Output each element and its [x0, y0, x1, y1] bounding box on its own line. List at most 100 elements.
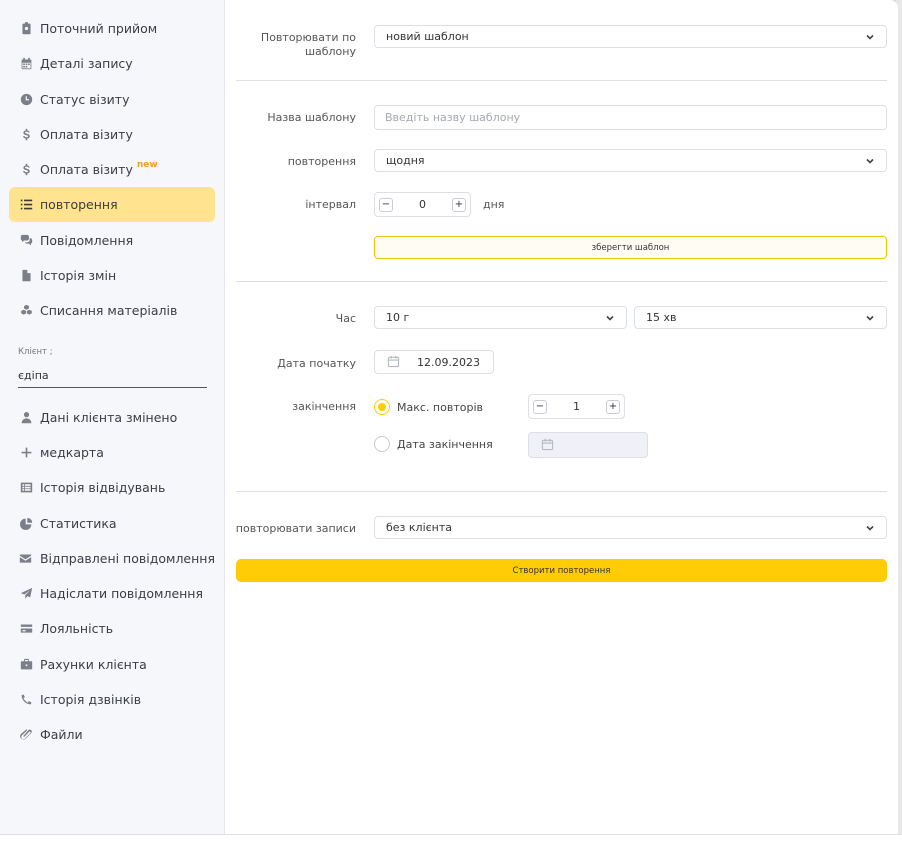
new-badge: new [136, 159, 158, 170]
repeat-records-label: повторювати записи [235, 522, 356, 535]
dollar-icon [19, 163, 33, 177]
sidebar-item-label: медкарта [40, 445, 104, 460]
sidebar-item-change-history[interactable]: Історія змін [9, 258, 215, 293]
radio-unchecked[interactable] [374, 436, 390, 452]
increment-button[interactable]: + [606, 399, 620, 414]
modal-footer [0, 834, 902, 853]
sidebar-item-visit-payment[interactable]: Оплата візиту [9, 117, 215, 152]
sidebar-item-label: Дані клієнта змінено [40, 410, 178, 425]
minutes-select[interactable]: 15 хв [634, 306, 887, 329]
sidebar-item-label: Статус візиту [40, 92, 130, 107]
template-name-label: Назва шаблону [267, 111, 356, 124]
max-repeats-radio[interactable]: Макс. повторів [374, 399, 483, 415]
template-name-input[interactable] [374, 105, 887, 130]
divider [236, 80, 887, 81]
plus-icon [19, 446, 33, 460]
repeat-records-select[interactable]: без клієнта [374, 516, 887, 539]
interval-label: інтервал [305, 198, 356, 211]
sidebar-item-visit-history[interactable]: Історія відвідувань [9, 470, 215, 505]
create-repeats-button[interactable]: Створити повторення [236, 559, 887, 582]
list-icon [19, 198, 33, 212]
sidebar-item-label: Статистика [40, 516, 117, 531]
sidebar-item-call-history[interactable]: Історія дзвінків [9, 682, 215, 717]
chevron-down-icon [865, 308, 875, 327]
sidebar-item-statistics[interactable]: Статистика [9, 506, 215, 541]
sidebar-item-label: Повідомлення [40, 233, 134, 248]
sidebar-item-label: Відправлені повідомлення [39, 551, 215, 566]
minutes-select-value: 15 хв [646, 311, 677, 324]
sidebar-item-label: Надіслати повідомлення [40, 586, 204, 601]
interval-stepper: − 0 + [374, 192, 471, 217]
pie-chart-icon [19, 517, 33, 531]
sidebar-item-label: Лояльність [40, 621, 114, 636]
calendar-icon [541, 436, 554, 455]
sidebar-item-label: повторення [40, 197, 118, 212]
end-date-picker[interactable] [528, 432, 648, 458]
calendar-icon [387, 353, 400, 372]
clipboard-icon [19, 22, 33, 36]
sidebar-item-label: Файли [40, 727, 83, 742]
end-date-label: Дата закінчення [397, 437, 493, 451]
start-date-label: Дата початку [277, 357, 356, 370]
sidebar-item-label: Історія змін [40, 268, 117, 283]
template-select[interactable]: новий шаблон [374, 25, 887, 48]
template-select-value: новий шаблон [386, 30, 469, 43]
chevron-down-icon [605, 308, 615, 327]
start-date-value: 12.09.2023 [417, 355, 480, 369]
sidebar-item-materials[interactable]: Списання матеріалів [9, 293, 215, 328]
sidebar-item-client-invoices[interactable]: Рахунки клієнта [9, 647, 215, 682]
end-label: закінчення [292, 400, 356, 413]
sidebar-item-record-details[interactable]: Деталі запису [9, 46, 215, 81]
interval-unit: дня [483, 198, 505, 211]
max-repeats-stepper: − 1 + [528, 394, 625, 419]
calendar-icon [19, 57, 33, 71]
max-repeats-label: Макс. повторів [397, 400, 483, 414]
sidebar-item-label: Історія дзвінків [40, 692, 142, 707]
sidebar-item-visit-status[interactable]: Статус візиту [9, 82, 215, 117]
dollar-icon [19, 128, 33, 142]
sidebar-item-client-data-changed[interactable]: Дані клієнта змінено [9, 400, 215, 435]
sidebar-item-visit-payment-new[interactable]: Оплата візиту new [9, 152, 215, 187]
document-icon [19, 269, 33, 283]
sidebar-item-current-appointment[interactable]: Поточний прийом [9, 11, 215, 46]
client-label: Клієнт ; [18, 347, 53, 357]
sidebar-item-label: Оплата візиту [40, 162, 133, 177]
sidebar-item-sent-messages[interactable]: Відправлені повідомлення [9, 541, 215, 576]
sidebar-item-loyalty[interactable]: Лояльність [9, 611, 215, 646]
clock-icon [19, 93, 33, 107]
repeat-form: Повторювати по шаблону новий шаблон Назв… [225, 0, 898, 834]
time-label: Час [335, 312, 356, 325]
chevron-down-icon [865, 151, 875, 170]
max-repeats-value[interactable]: 1 [573, 400, 580, 413]
chat-icon [19, 234, 33, 248]
start-date-picker[interactable]: 12.09.2023 [374, 350, 494, 374]
repeat-modal: Поточний прийом Деталі запису Статус віз… [0, 0, 898, 834]
paperclip-icon [19, 728, 33, 742]
sidebar-item-send-message[interactable]: Надіслати повідомлення [9, 576, 215, 611]
divider [236, 281, 887, 282]
sidebar-item-messages[interactable]: Повідомлення [9, 223, 215, 258]
sidebar-item-label: Поточний прийом [40, 21, 158, 36]
client-input[interactable] [18, 363, 207, 388]
sidebar-item-medcard[interactable]: медкарта [9, 435, 215, 470]
envelope-icon [19, 552, 33, 566]
repeat-label: повторення [287, 155, 356, 168]
radio-checked[interactable] [374, 399, 390, 415]
decrement-button[interactable]: − [379, 197, 393, 212]
briefcase-icon [19, 658, 33, 672]
end-date-radio[interactable]: Дата закінчення [374, 436, 493, 452]
phone-icon [19, 693, 33, 707]
template-label: Повторювати по шаблону [260, 31, 356, 58]
decrement-button[interactable]: − [533, 399, 547, 414]
divider [236, 491, 887, 492]
list-alt-icon [19, 481, 33, 495]
interval-value[interactable]: 0 [419, 198, 426, 211]
sidebar-item-files[interactable]: Файли [9, 717, 215, 752]
save-template-button[interactable]: зберегти шаблон [374, 236, 887, 259]
paper-plane-icon [19, 587, 33, 601]
hours-select[interactable]: 10 г [374, 306, 627, 329]
repeat-records-value: без клієнта [386, 521, 453, 534]
increment-button[interactable]: + [452, 197, 466, 212]
repeat-select[interactable]: щодня [374, 149, 887, 172]
sidebar-item-repeats[interactable]: повторення [9, 187, 215, 222]
